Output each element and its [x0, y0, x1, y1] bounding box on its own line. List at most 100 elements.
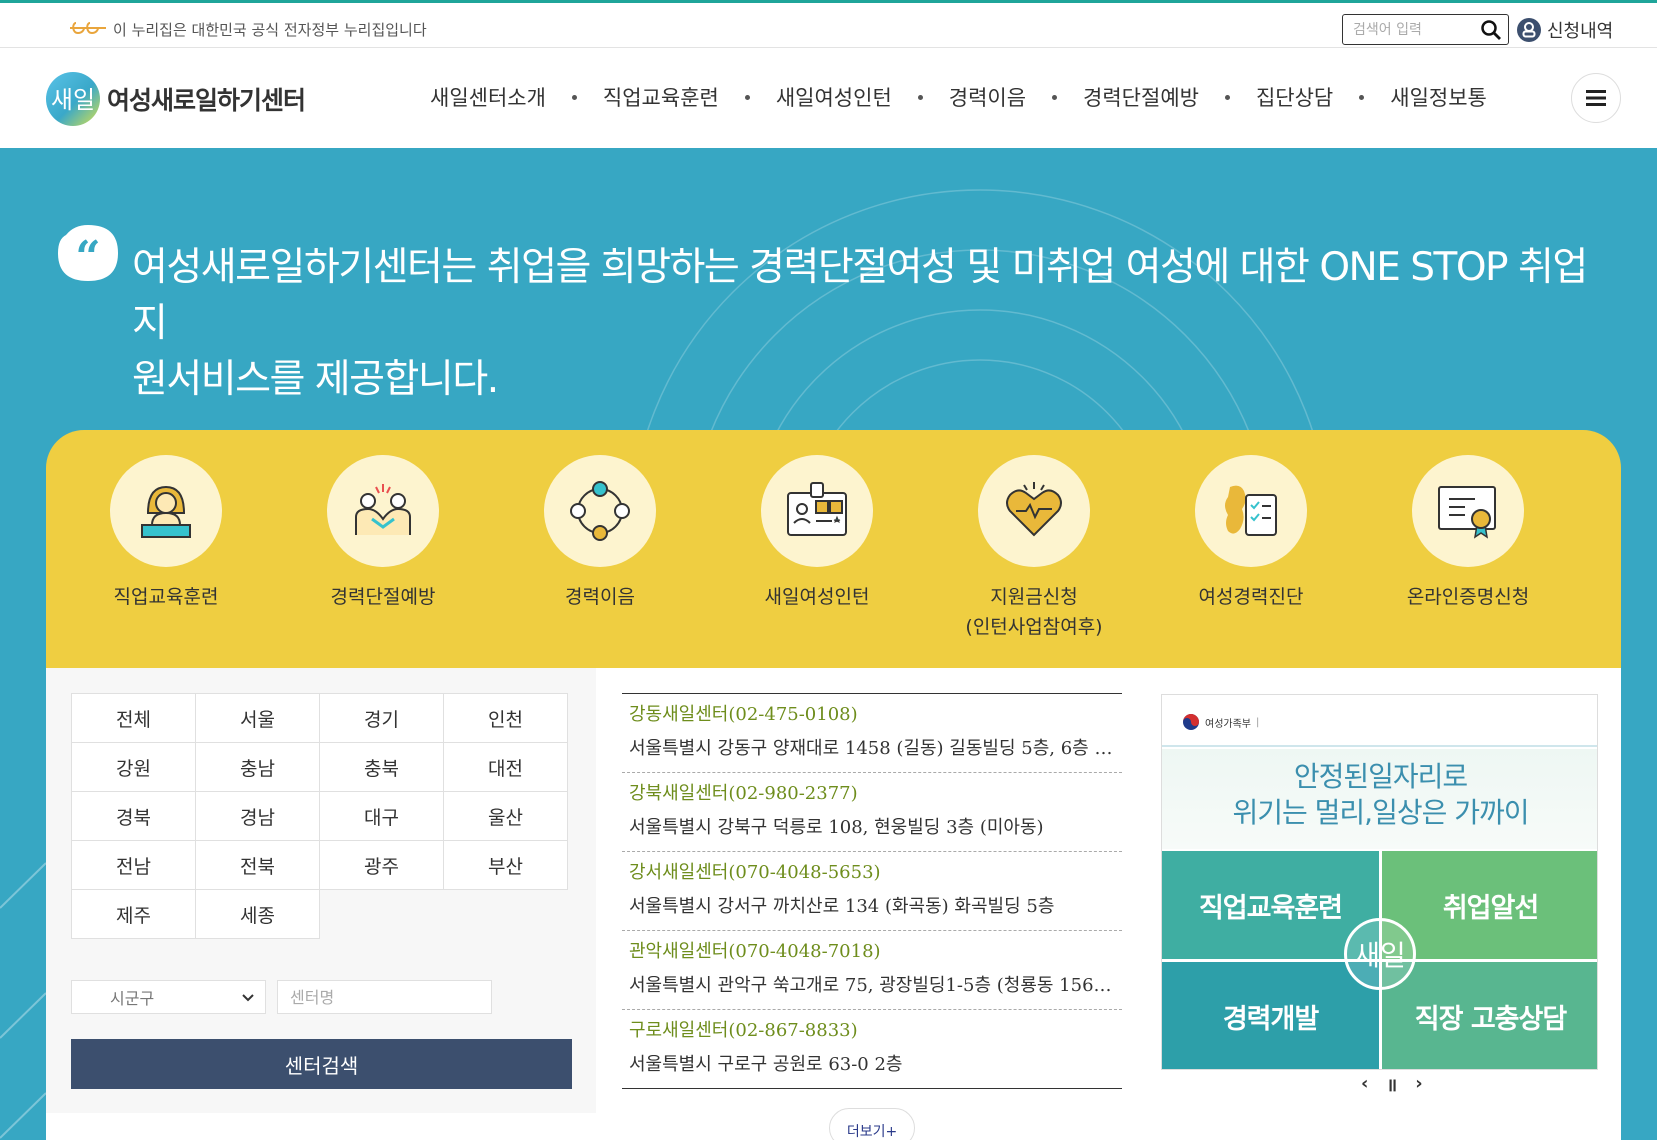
search-input[interactable]: [1353, 19, 1473, 41]
ministry-logo: 여성가족부 |: [1182, 713, 1259, 731]
region-incheon[interactable]: 인천: [444, 694, 568, 743]
center-address: 서울특별시 강서구 까치산로 134 (화곡동) 화곡빌딩 5층: [629, 896, 1055, 917]
nav-separator: [1224, 94, 1230, 100]
nav-item-intern[interactable]: 새일여성인턴: [776, 82, 892, 112]
promo-banner[interactable]: 여성가족부 | 안정된일자리로 위기는 멀리,일상은 가까이 직업교육훈련 취업…: [1161, 694, 1598, 1070]
region-gyeongbuk[interactable]: 경북: [72, 792, 196, 841]
site-logo[interactable]: 새일 여성새로일하기센터: [45, 70, 345, 128]
quick-item-certificate[interactable]: 온라인증명신청: [1368, 455, 1568, 612]
teacher-icon: [141, 485, 191, 538]
banner-controls: ‹ ॥ ›: [1361, 1073, 1423, 1097]
hero-statement: 여성새로일하기센터는 취업을 희망하는 경력단절여성 및 미취업 여성에 대한 …: [132, 240, 1612, 408]
quick-label: 경력단절예방: [330, 586, 436, 608]
search-box: [1342, 14, 1509, 45]
quick-item-career-link[interactable]: 경력이음: [500, 455, 700, 612]
quick-circle: [544, 455, 656, 567]
quick-circle: [1412, 455, 1524, 567]
quote-icon: “: [58, 225, 118, 283]
nav-item-group-counsel[interactable]: 집단상담: [1256, 82, 1333, 112]
svg-text:“: “: [75, 232, 100, 283]
handshake-icon: [355, 484, 411, 535]
quick-circle: [327, 455, 439, 567]
list-item: 강북새일센터(02-980-2377) 서울특별시 강북구 덕릉로 108, 현…: [622, 773, 1122, 852]
district-select[interactable]: 시군구: [71, 980, 266, 1014]
quick-item-diagnosis[interactable]: 여성경력진단: [1151, 455, 1351, 612]
region-busan[interactable]: 부산: [444, 841, 568, 890]
region-seoul[interactable]: 서울: [196, 694, 320, 743]
nav-separator: [571, 94, 577, 100]
center-name[interactable]: 강서새일센터(070-4048-5653): [629, 858, 1115, 888]
all-menu-button[interactable]: [1571, 73, 1621, 123]
more-button[interactable]: 더보기+: [829, 1108, 915, 1140]
region-jeonnam[interactable]: 전남: [72, 841, 196, 890]
center-address: 서울특별시 강동구 양재대로 1458 (길동) 길동빌딩 5층, 6층 (…: [629, 738, 1115, 759]
region-grid: 전체 서울 경기 인천 강원 충남 충북 대전 경북 경남 대구 울산 전남 전…: [71, 693, 568, 939]
site-header: 새일 여성새로일하기센터 새일센터소개 직업교육훈련 새일여성인턴 경력이음 경…: [0, 48, 1657, 148]
quick-circle: [110, 455, 222, 567]
quick-item-prevention[interactable]: 경력단절예방: [283, 455, 483, 612]
list-item: 강동새일센터(02-475-0108) 서울특별시 강동구 양재대로 1458 …: [622, 694, 1122, 773]
gov-notice-bar: 이 누리집은 대한민국 공식 전자정부 누리집입니다 신청내역: [0, 0, 1657, 48]
region-jeju[interactable]: 제주: [72, 890, 196, 939]
banner-line-1: 안정된일자리로: [1293, 760, 1468, 793]
banner-cell: 직장 고충상담: [1382, 962, 1597, 1069]
nav-item-intro[interactable]: 새일센터소개: [430, 82, 546, 112]
quick-circle: [761, 455, 873, 567]
quick-circle: [978, 455, 1090, 567]
center-name[interactable]: 강동새일센터(02-475-0108): [629, 700, 1115, 730]
hero-line-1: 여성새로일하기센터는 취업을 희망하는 경력단절여성 및 미취업 여성에 대한 …: [132, 245, 1588, 346]
district-select-value: 시군구: [110, 989, 155, 1008]
center-name[interactable]: 관악새일센터(070-4048-7018): [629, 937, 1115, 967]
quick-circle: [1195, 455, 1307, 567]
id-card-icon: [787, 482, 847, 536]
banner-header: 여성가족부 |: [1162, 695, 1597, 747]
region-ulsan[interactable]: 울산: [444, 792, 568, 841]
people-circle-icon: [570, 481, 630, 541]
region-gyeonggi[interactable]: 경기: [320, 694, 444, 743]
gov-notice-text: 이 누리집은 대한민국 공식 전자정부 누리집입니다: [113, 21, 427, 39]
region-gwangju[interactable]: 광주: [320, 841, 444, 890]
center-address: 서울특별시 관악구 쑥고개로 75, 광장빌딩1-5층 (청룡동 156…: [629, 975, 1112, 996]
region-sejong[interactable]: 세종: [196, 890, 320, 939]
certificate-icon: [1438, 486, 1496, 539]
region-gangwon[interactable]: 강원: [72, 743, 196, 792]
region-chungbuk[interactable]: 충북: [320, 743, 444, 792]
gov-logo-icon: [70, 22, 106, 35]
nav-item-training[interactable]: 직업교육훈련: [603, 82, 719, 112]
logo-text: 여성새로일하기센터: [107, 86, 306, 115]
center-name[interactable]: 강북새일센터(02-980-2377): [629, 779, 1115, 809]
quick-item-training[interactable]: 직업교육훈련: [66, 455, 266, 612]
region-chungnam[interactable]: 충남: [196, 743, 320, 792]
region-jeonbuk[interactable]: 전북: [196, 841, 320, 890]
heart-icon: [1006, 482, 1062, 537]
nav-separator: [1359, 94, 1365, 100]
region-daejeon[interactable]: 대전: [444, 743, 568, 792]
region-filter-panel: 전체 서울 경기 인천 강원 충남 충북 대전 경북 경남 대구 울산 전남 전…: [46, 668, 596, 1113]
nav-item-prevention[interactable]: 경력단절예방: [1083, 82, 1199, 112]
pause-icon[interactable]: ॥: [1386, 1073, 1397, 1097]
chevron-left-icon[interactable]: ‹: [1361, 1073, 1368, 1097]
ministry-name: 여성가족부: [1205, 718, 1251, 730]
quick-label: 직업교육훈련: [113, 586, 219, 608]
center-search-button[interactable]: 센터검색: [71, 1039, 572, 1089]
region-daegu[interactable]: 대구: [320, 792, 444, 841]
saeil-logo-icon: 새일: [46, 72, 100, 126]
chevron-right-icon[interactable]: ›: [1415, 1073, 1422, 1097]
center-address: 서울특별시 구로구 공원로 63-0 2층: [629, 1054, 903, 1075]
quick-label: 온라인증명신청: [1406, 586, 1530, 608]
quick-item-subsidy[interactable]: 지원금신청 (인턴사업참여후): [934, 455, 1134, 642]
search-icon[interactable]: [1480, 19, 1502, 41]
nav-item-career-link[interactable]: 경력이음: [949, 82, 1026, 112]
list-item: 관악새일센터(070-4048-7018) 서울특별시 관악구 쑥고개로 75,…: [622, 931, 1122, 1010]
region-all[interactable]: 전체: [72, 694, 196, 743]
center-name[interactable]: 구로새일센터(02-867-8833): [629, 1016, 1115, 1046]
quick-item-intern[interactable]: 새일여성인턴: [717, 455, 917, 612]
nav-separator: [744, 94, 750, 100]
hamburger-icon: [1586, 90, 1606, 106]
list-item: 강서새일센터(070-4048-5653) 서울특별시 강서구 까치산로 134…: [622, 852, 1122, 931]
region-gyeongnam[interactable]: 경남: [196, 792, 320, 841]
center-name-input[interactable]: [277, 980, 492, 1014]
apply-history-link[interactable]: 신청내역: [1517, 15, 1613, 45]
nav-item-info[interactable]: 새일정보통: [1390, 82, 1487, 112]
banner-cell: 경력개발: [1162, 962, 1379, 1069]
